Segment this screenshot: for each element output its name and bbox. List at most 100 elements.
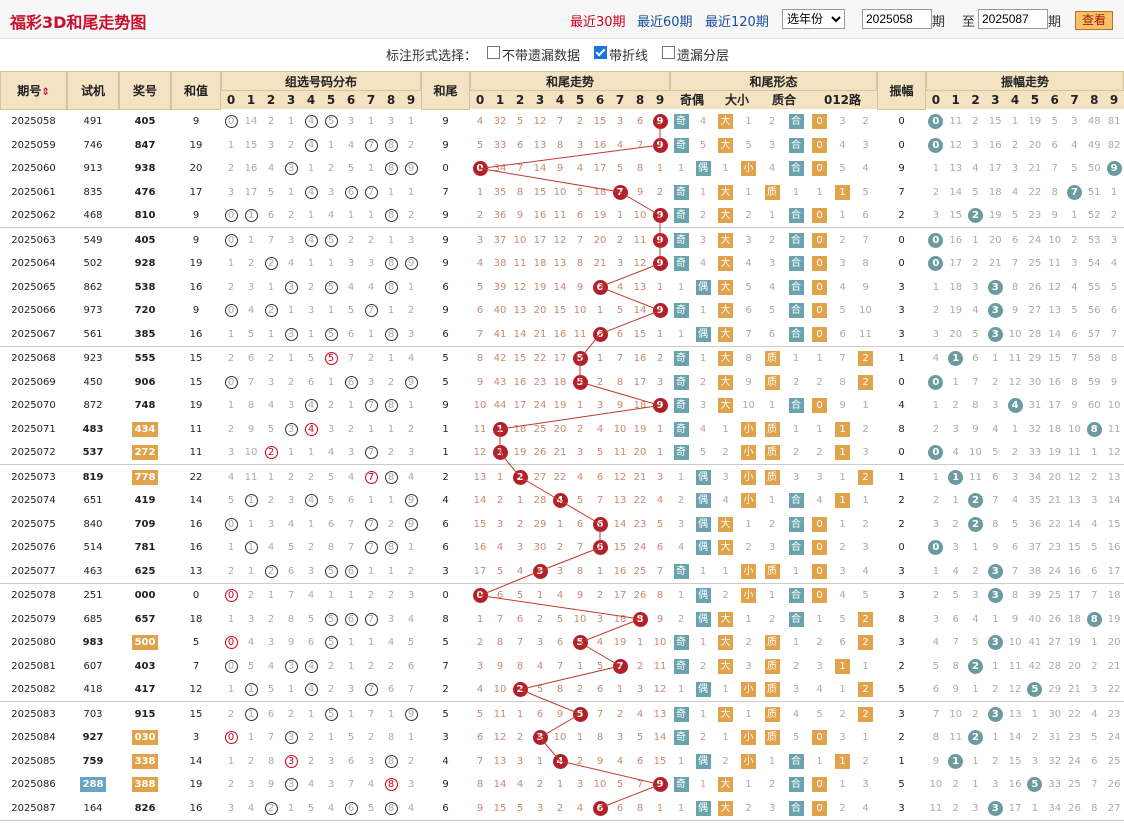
amp-trend-cell: 18: [1107, 590, 1121, 601]
group-cell: 1: [407, 116, 415, 127]
size-cell: 小: [737, 157, 760, 180]
tail-trend-cell: 4: [636, 708, 644, 720]
group-cell: 1: [287, 116, 295, 127]
prime-cell: 合: [784, 299, 808, 322]
amp-cell: 1: [898, 755, 905, 767]
group-cell: 2: [387, 518, 395, 530]
road-cell: 0: [808, 394, 831, 417]
tail-trend-cell: 1: [476, 613, 484, 625]
nav-recent-30[interactable]: 最近30期: [570, 11, 626, 30]
road-tag: 0: [812, 563, 827, 579]
group-hit-circle: 3: [284, 754, 298, 768]
group-cell: 3: [307, 305, 315, 316]
group-cell: 3: [347, 447, 355, 458]
query-button[interactable]: 查看: [1075, 11, 1113, 30]
group-cell: 2: [227, 565, 235, 577]
prime-header: 质合: [760, 91, 808, 109]
road-cell: 11: [859, 328, 872, 340]
tail-trend-cell: 24: [633, 542, 647, 553]
group-cell: 2: [247, 590, 255, 601]
amp-trend-cell: 5: [972, 328, 979, 340]
group-cell: 6: [341, 608, 361, 631]
amp-digit-header: 6: [1044, 91, 1065, 109]
group-cell: 2: [267, 116, 275, 127]
group-cell: 9: [401, 371, 421, 394]
amp-trend-cell: 6: [1091, 565, 1098, 577]
group-cell: 7: [361, 441, 381, 464]
trial-cell: 288: [67, 773, 119, 796]
road-cell: 1: [862, 660, 869, 672]
tail-trend-cell: 3: [476, 234, 484, 246]
group-hit-circle: 7: [364, 541, 378, 554]
group-cell: 4: [407, 353, 415, 364]
group-cell: 1: [327, 732, 335, 743]
amp-cell: 0: [898, 258, 905, 269]
tail-trend-cell: 17: [553, 353, 567, 364]
road-cell: 10: [859, 305, 872, 316]
group-cell: 3: [407, 328, 415, 340]
trial-cell: 483: [82, 423, 104, 435]
parity-cell: 1: [699, 305, 707, 316]
group-cell: 3: [287, 400, 295, 411]
group-cell: 3: [407, 590, 415, 601]
size-cell: 大: [714, 394, 737, 417]
nav-recent-120[interactable]: 最近120期: [705, 11, 769, 30]
amp-trend-cell: 2: [952, 400, 959, 411]
no-miss-checkbox[interactable]: [487, 46, 500, 59]
amp-trend-cell: 2: [992, 684, 999, 695]
group-cell: 5: [321, 703, 341, 726]
tail-hit-dot: 6: [592, 326, 608, 342]
prime-tag: 合: [788, 398, 804, 413]
show-line-checkbox[interactable]: [594, 46, 607, 59]
prime-cell: 合: [784, 204, 808, 227]
issue-cell: 2025067: [11, 328, 56, 340]
tail-digit-header: 0: [470, 91, 490, 109]
tail-trend-cell: 30: [533, 542, 547, 553]
issue-cell: 2025086: [11, 779, 56, 790]
amp-trend-cell: 2: [1091, 660, 1098, 672]
group-cell: 1: [367, 423, 375, 435]
trial-cell: 835: [83, 186, 103, 198]
group-hit-circle: 4: [304, 399, 318, 412]
group-cell: 2: [347, 234, 355, 246]
size-tag: 大: [718, 516, 733, 532]
tail-trend-cell: 7: [576, 542, 584, 553]
parity-cell: 1: [677, 755, 685, 767]
group-cell: 1: [407, 281, 415, 293]
to-issue-input[interactable]: [978, 9, 1048, 29]
miss-layer-label: 遗漏分层: [677, 49, 730, 64]
sort-icon[interactable]: ⇕: [41, 87, 49, 98]
tail-trend-cell: 21: [633, 471, 647, 483]
road-cell: 1: [831, 441, 854, 464]
nav-recent-60[interactable]: 最近60期: [637, 11, 693, 30]
parity-cell: 1: [699, 186, 707, 198]
amp-trend-cell: 2: [1031, 732, 1039, 743]
trial-cell: 418: [83, 684, 103, 695]
year-select[interactable]: 选年份: [782, 9, 845, 29]
group-hit-circle: 4: [304, 422, 318, 436]
tail-trend-cell: 8: [596, 732, 604, 743]
prime-cell: 1: [792, 637, 800, 648]
group-cell: 1: [241, 536, 261, 559]
tail-digit-header: 2: [510, 91, 530, 109]
from-issue-input[interactable]: [862, 9, 932, 29]
parity-cell: 偶: [692, 513, 714, 536]
parity-cell: 2: [699, 210, 707, 221]
tail-trend-cell: 7: [636, 779, 644, 790]
amp-trend-cell: 11: [949, 116, 963, 127]
group-cell: 4: [307, 590, 315, 601]
amp-hit-dot: 1: [948, 351, 964, 366]
tail-cell: 7: [442, 186, 449, 198]
tail-trend-cell: 8: [616, 376, 624, 388]
amp-trend-cell: 81: [1107, 116, 1121, 127]
tail-trend-cell: 10: [513, 234, 527, 246]
group-digit-header: 9: [401, 91, 421, 109]
prize-cell: 928: [134, 258, 156, 269]
parity-tag: 奇: [673, 398, 689, 413]
tail-trend-cell: 19: [533, 281, 547, 293]
tail-trend-cell: 11: [573, 328, 587, 340]
amp-trend-cell: 7: [1071, 353, 1078, 364]
tail-trend-cell: 1: [516, 708, 524, 720]
parity-tag: 奇: [673, 137, 689, 153]
miss-layer-checkbox[interactable]: [662, 46, 675, 59]
